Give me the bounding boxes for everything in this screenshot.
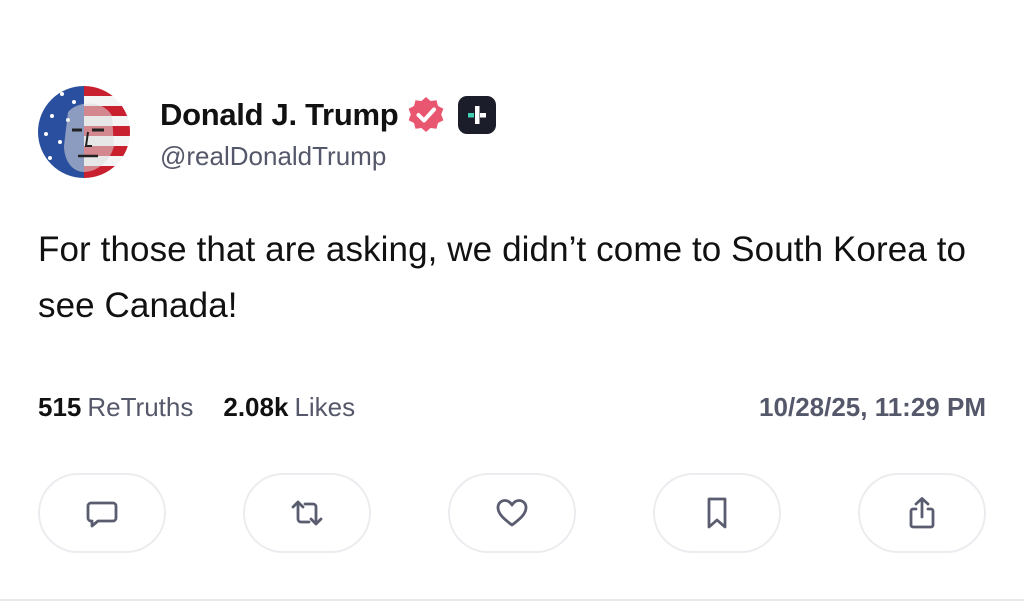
name-row: Donald J. Trump xyxy=(160,93,497,137)
verified-check-icon xyxy=(406,95,446,135)
post-header: Donald J. Trump @realDonaldTrump xyxy=(38,86,497,178)
retruths-label: ReTruths xyxy=(87,392,194,422)
like-button[interactable] xyxy=(448,473,576,553)
retruths-count: 515 xyxy=(38,392,82,422)
truth-plus-icon xyxy=(458,95,497,134)
author-identity: Donald J. Trump @realDonaldTrump xyxy=(160,93,497,172)
reply-button[interactable] xyxy=(38,473,166,553)
bookmark-icon xyxy=(707,497,727,529)
heart-icon xyxy=(496,499,528,527)
likes-count: 2.08k xyxy=(223,392,289,422)
action-bar xyxy=(38,473,986,553)
retruth-button[interactable] xyxy=(243,473,371,553)
retruths-stat[interactable]: 515 ReTruths xyxy=(38,392,193,423)
likes-label: Likes xyxy=(294,392,356,422)
avatar-image xyxy=(38,86,130,178)
share-icon xyxy=(909,497,935,529)
post-text: For those that are asking, we didn’t com… xyxy=(38,230,967,325)
post-stats: 515 ReTruths 2.08k Likes 10/28/25, 11:29 P… xyxy=(38,392,986,423)
avatar[interactable] xyxy=(38,86,130,178)
comment-icon xyxy=(86,501,118,528)
repost-icon xyxy=(291,500,323,526)
author-display-name[interactable]: Donald J. Trump xyxy=(160,97,399,133)
post-timestamp: 10/28/25, 11:29 PM xyxy=(759,392,986,422)
bookmark-button[interactable] xyxy=(653,473,781,553)
likes-stat[interactable]: 2.08k Likes xyxy=(223,392,355,423)
author-handle[interactable]: @realDonaldTrump xyxy=(160,141,496,172)
truth-post-card: Donald J. Trump @realDonaldTrump For tho… xyxy=(0,0,1024,601)
share-button[interactable] xyxy=(858,473,986,553)
